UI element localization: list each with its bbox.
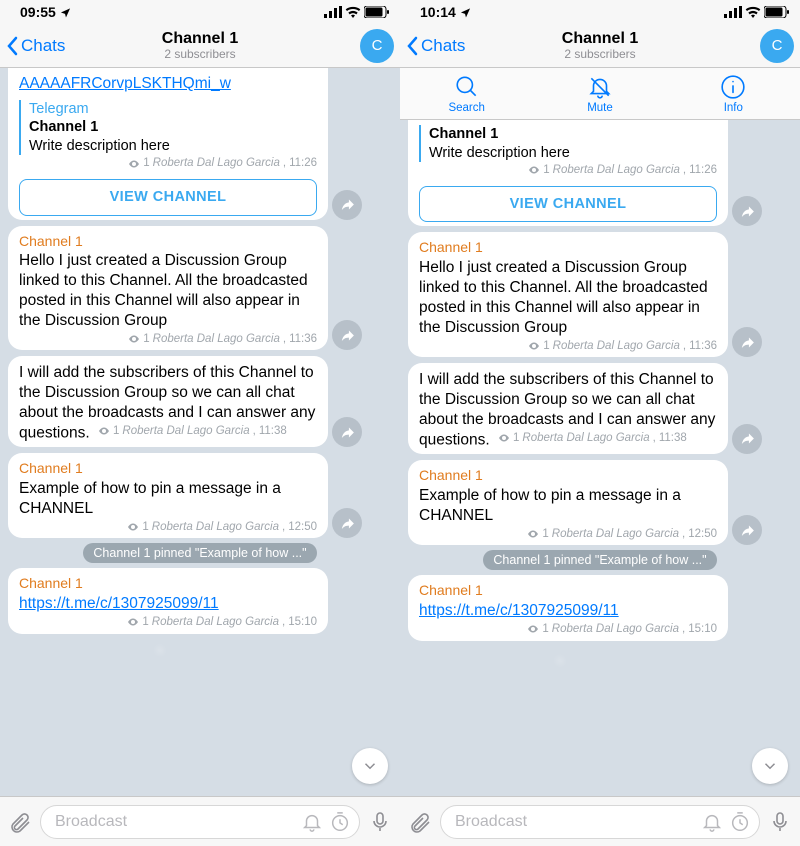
preview-name: Channel 1 xyxy=(429,125,717,144)
back-label: Chats xyxy=(21,36,65,56)
view-channel-button[interactable]: VIEW CHANNEL xyxy=(19,179,317,216)
eye-icon xyxy=(527,623,539,635)
eye-icon xyxy=(98,425,110,437)
info-icon xyxy=(720,74,746,100)
message-text: Hello I just created a Discussion Group … xyxy=(419,259,708,335)
message-link[interactable]: https://t.me/c/1307925099/11 xyxy=(419,602,619,619)
mic-icon[interactable] xyxy=(368,810,392,834)
message-channel: Channel 1 xyxy=(19,460,317,478)
message-bubble[interactable]: I will add the subscribers of this Chann… xyxy=(408,363,728,454)
preview-desc: Write description here xyxy=(429,144,717,163)
cellular-icon xyxy=(724,6,742,18)
message-bubble[interactable]: Channel 1 https://t.me/c/1307925099/11 1… xyxy=(408,575,728,640)
input-bar: Broadcast xyxy=(0,796,400,846)
share-button[interactable] xyxy=(332,190,362,220)
location-arrow-icon xyxy=(460,7,471,18)
eye-icon xyxy=(128,158,140,170)
eye-icon xyxy=(127,616,139,628)
search-icon xyxy=(454,74,480,100)
cellular-icon xyxy=(324,6,342,18)
input-placeholder: Broadcast xyxy=(55,813,295,831)
link-preview-bubble[interactable]: AAAAAFRCorvpLSKTHQmi_w Telegram Channel … xyxy=(8,68,328,220)
message-channel: Channel 1 xyxy=(419,467,717,485)
message-text: Example of how to pin a message in a CHA… xyxy=(419,487,681,524)
bell-icon[interactable] xyxy=(701,811,723,833)
mic-icon[interactable] xyxy=(768,810,792,834)
timer-icon[interactable] xyxy=(729,811,751,833)
message-input[interactable]: Broadcast xyxy=(40,805,360,839)
input-bar: Broadcast xyxy=(400,796,800,846)
message-link[interactable]: https://t.me/c/1307925099/11 xyxy=(19,595,219,612)
input-placeholder: Broadcast xyxy=(455,813,695,831)
nav-header: Chats Channel 1 2 subscribers C xyxy=(400,24,800,68)
action-bar: Search Mute Info xyxy=(400,68,800,120)
eye-icon xyxy=(498,432,510,444)
bell-off-icon xyxy=(587,74,613,100)
battery-icon xyxy=(764,6,790,18)
status-bar: 09:55 xyxy=(0,0,400,24)
share-button[interactable] xyxy=(732,327,762,357)
share-button[interactable] xyxy=(732,515,762,545)
message-text: Hello I just created a Discussion Group … xyxy=(19,252,308,328)
message-bubble[interactable]: Channel 1 https://t.me/c/1307925099/11 1… xyxy=(8,568,328,633)
back-label: Chats xyxy=(421,36,465,56)
message-channel: Channel 1 xyxy=(419,582,717,600)
location-arrow-icon xyxy=(60,7,71,18)
message-bubble[interactable]: I will add the subscribers of this Chann… xyxy=(8,356,328,447)
eye-icon xyxy=(528,340,540,352)
back-button[interactable]: Chats xyxy=(6,36,65,56)
timer-icon[interactable] xyxy=(329,811,351,833)
eye-icon xyxy=(128,333,140,345)
message-channel: Channel 1 xyxy=(19,233,317,251)
message-bubble[interactable]: Channel 1 Example of how to pin a messag… xyxy=(408,460,728,545)
nav-header: Chats Channel 1 2 subscribers C xyxy=(0,24,400,68)
message-input[interactable]: Broadcast xyxy=(440,805,760,839)
message-bubble[interactable]: Channel 1 Hello I just created a Discuss… xyxy=(8,226,328,351)
attach-icon[interactable] xyxy=(408,810,432,834)
eye-icon xyxy=(528,164,540,176)
preview-name: Channel 1 xyxy=(29,118,317,137)
share-button[interactable] xyxy=(332,508,362,538)
chat-area[interactable]: AAAAAFRCorvpLSKTHQmi_w Telegram Channel … xyxy=(0,68,400,796)
message-bubble[interactable]: Channel 1 Hello I just created a Discuss… xyxy=(408,232,728,357)
chevron-left-icon xyxy=(6,36,18,56)
message-text: Example of how to pin a message in a CHA… xyxy=(19,480,281,517)
chat-area[interactable]: Channel 1 Write description here 1Robert… xyxy=(400,120,800,796)
eye-icon xyxy=(127,521,139,533)
bell-icon[interactable] xyxy=(301,811,323,833)
channel-avatar[interactable]: C xyxy=(360,29,394,63)
share-button[interactable] xyxy=(732,424,762,454)
back-button[interactable]: Chats xyxy=(406,36,465,56)
chevron-left-icon xyxy=(406,36,418,56)
screen-right: 10:14 Chats Channel 1 2 subscribers C Se… xyxy=(400,0,800,846)
message-channel: Channel 1 xyxy=(419,239,717,257)
preview-desc: Write description here xyxy=(29,137,317,156)
attach-icon[interactable] xyxy=(8,810,32,834)
eye-icon xyxy=(527,528,539,540)
link-preview-bubble[interactable]: Channel 1 Write description here 1Robert… xyxy=(408,120,728,226)
share-button[interactable] xyxy=(732,196,762,226)
preview-source: Telegram xyxy=(29,100,317,119)
channel-avatar[interactable]: C xyxy=(760,29,794,63)
share-button[interactable] xyxy=(332,417,362,447)
status-time: 09:55 xyxy=(20,4,56,20)
view-channel-button[interactable]: VIEW CHANNEL xyxy=(419,186,717,223)
message-bubble[interactable]: Channel 1 Example of how to pin a messag… xyxy=(8,453,328,538)
status-bar: 10:14 xyxy=(400,0,800,24)
preview-link-fragment[interactable]: AAAAAFRCorvpLSKTHQmi_w xyxy=(19,75,317,94)
wifi-icon xyxy=(745,6,761,18)
service-message[interactable]: Channel 1 pinned "Example of how ..." xyxy=(408,551,792,569)
scroll-down-button[interactable] xyxy=(752,748,788,784)
action-mute[interactable]: Mute xyxy=(555,74,645,114)
status-time: 10:14 xyxy=(420,4,456,20)
action-search[interactable]: Search xyxy=(422,74,512,114)
message-channel: Channel 1 xyxy=(19,575,317,593)
wifi-icon xyxy=(345,6,361,18)
scroll-down-button[interactable] xyxy=(352,748,388,784)
action-info[interactable]: Info xyxy=(688,74,778,114)
battery-icon xyxy=(364,6,390,18)
share-button[interactable] xyxy=(332,320,362,350)
screen-left: 09:55 Chats Channel 1 2 subscribers C AA… xyxy=(0,0,400,846)
service-message[interactable]: Channel 1 pinned "Example of how ..." xyxy=(8,544,392,562)
